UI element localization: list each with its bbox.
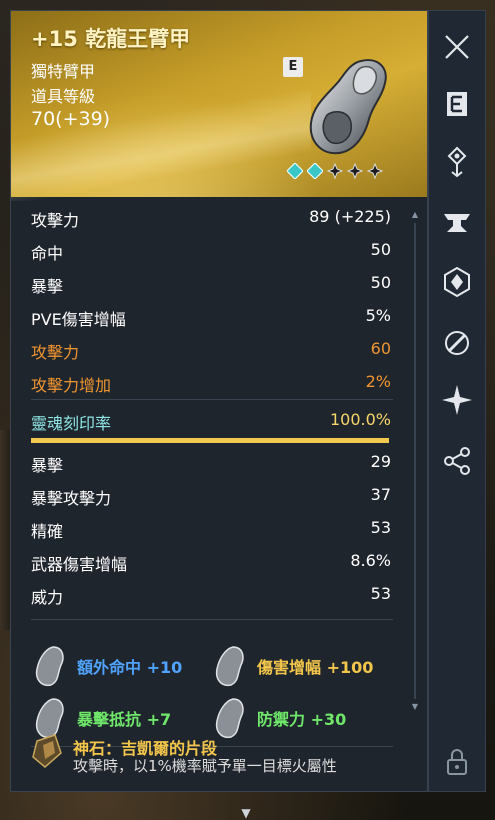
share-icon[interactable] [441, 445, 473, 477]
scroll-track[interactable] [414, 223, 416, 699]
crystal-icon[interactable] [441, 266, 473, 298]
stat-label: PVE傷害增幅 [31, 310, 126, 329]
armguard-icon [309, 59, 387, 155]
stat-value: 53 [370, 518, 391, 537]
bonus-text: 額外命中 +10 [77, 658, 183, 677]
filled-star-icon [307, 163, 323, 179]
stat-label: 命中 [31, 244, 64, 263]
bonus-text: 暴擊抵抗 +7 [77, 710, 172, 729]
stat-value: 2% [365, 372, 391, 391]
soul-engrave-row: 靈魂刻印率 100.0% [11, 406, 427, 446]
empty-star-icon [347, 163, 363, 179]
stat-value: 60 [370, 339, 391, 358]
lock-icon[interactable] [441, 746, 473, 778]
section-divider [31, 399, 393, 400]
soul-engrave-value: 100.0% [329, 410, 391, 429]
stat-value: 8.6% [350, 551, 391, 570]
scroll-up-arrow[interactable]: ▲ [411, 211, 419, 219]
chevron-down-icon[interactable]: ▼ [236, 806, 256, 820]
armguard-small-icon [215, 646, 244, 687]
stat-value: 89 (+225) [309, 207, 391, 226]
stat-label: 精確 [31, 522, 64, 541]
soul-engrave-fill [31, 438, 389, 443]
empty-star-icon [367, 163, 383, 179]
bonus-text: 傷害增幅 +100 [257, 658, 374, 677]
item-title: +15 乾龍王臂甲 [31, 27, 191, 51]
stat-value: 29 [370, 452, 391, 471]
bonus-text: 防禦力 +30 [257, 710, 347, 729]
stat-value: 50 [370, 240, 391, 259]
sparkle-icon[interactable] [441, 384, 473, 416]
soul-stat-row: 暴擊 29 [11, 446, 427, 479]
anvil-icon[interactable] [441, 206, 473, 238]
item-type: 獨特臂甲 [31, 62, 96, 81]
tooltip-scrollbar[interactable]: ▲ ▼ [411, 211, 419, 711]
empty-star-icon [327, 163, 343, 179]
soul-engrave-bar [31, 438, 389, 443]
item-level: 70(+39) [31, 108, 111, 130]
stat-label: 威力 [31, 588, 64, 607]
soul-stat-row: 威力 53 [11, 578, 427, 611]
stat-row: PVE傷害增幅 5% [11, 300, 427, 333]
stat-value: 37 [370, 485, 391, 504]
close-icon[interactable] [441, 31, 473, 63]
stat-row: 暴擊 50 [11, 267, 427, 300]
stat-label: 攻擊力 [31, 343, 80, 362]
stat-row: 攻擊力 89 (+225) [11, 201, 427, 234]
soul-stat-row: 武器傷害增幅 8.6% [11, 545, 427, 578]
soul-stat-row: 精確 53 [11, 512, 427, 545]
stats-section: 攻擊力 89 (+225) 命中 50 暴擊 50 PVE傷害增幅 5% 攻擊力 60 攻… [11, 201, 427, 620]
stat-label: 攻擊力 [31, 211, 80, 230]
stat-value: 53 [370, 584, 391, 603]
divine-stone-description: 攻擊時，以1%機率賦予單一目標火屬性 [73, 757, 337, 775]
tooltip-side-toolbar [428, 10, 486, 792]
item-level-label: 道具等級 [31, 87, 96, 106]
soul-engrave-label: 靈魂刻印率 [31, 414, 112, 433]
bonus-item: 傷害增幅 +100 [213, 645, 373, 687]
stat-row: 命中 50 [11, 234, 427, 267]
stat-label: 攻擊力增加 [31, 376, 112, 395]
enhance-stars [287, 163, 383, 179]
stat-label: 暴擊 [31, 456, 64, 475]
divine-stone-section: 神石：吉凱爾的片段 攻擊時，以1%機率賦予單一目標火屬性 [31, 733, 421, 775]
bonus-stat-row: 攻擊力 60 [11, 333, 427, 366]
e-icon[interactable] [441, 88, 473, 120]
bonus-stat-row: 攻擊力增加 2% [11, 366, 427, 399]
filled-star-icon [287, 163, 303, 179]
stat-value: 50 [370, 273, 391, 292]
section-divider [31, 619, 393, 620]
divine-stone-icon [32, 734, 62, 768]
item-header: +15 乾龍王臂甲 獨特臂甲 道具等級 70(+39) E [11, 11, 427, 201]
tower-icon[interactable] [441, 146, 473, 178]
item-tooltip-panel: +15 乾龍王臂甲 獨特臂甲 道具等級 70(+39) E 攻擊力 89 (+2… [10, 10, 428, 792]
stat-label: 暴擊 [31, 277, 64, 296]
stat-value: 5% [365, 306, 391, 325]
soul-stat-row: 暴擊攻擊力 37 [11, 479, 427, 512]
scroll-down-arrow[interactable]: ▼ [411, 703, 419, 711]
bonus-item: 額外命中 +10 [33, 645, 182, 687]
armguard-small-icon [35, 646, 64, 687]
link-icon[interactable] [441, 327, 473, 359]
stat-label: 暴擊攻擊力 [31, 489, 112, 508]
stat-label: 武器傷害增幅 [31, 555, 128, 574]
